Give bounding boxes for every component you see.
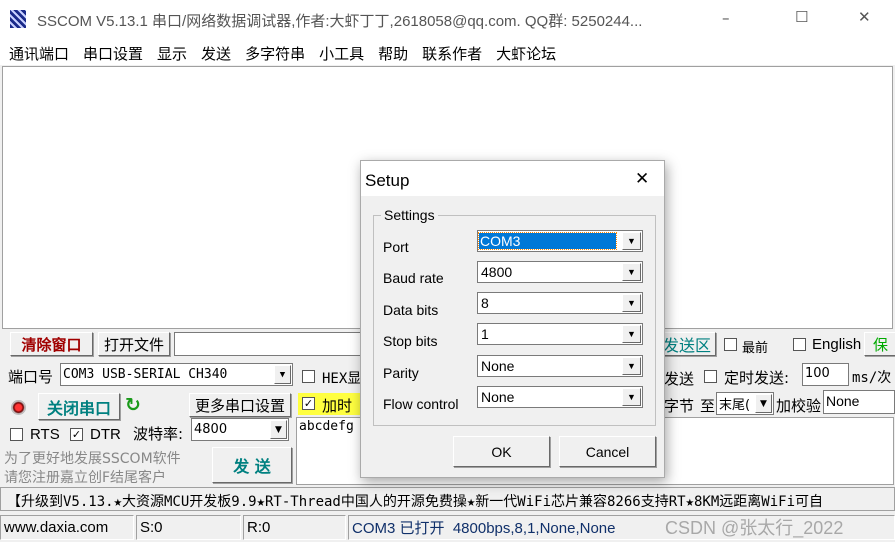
- status-site[interactable]: www.daxia.com: [0, 515, 134, 540]
- english-label: English: [812, 336, 862, 353]
- timed-send-checkbox[interactable]: [704, 370, 717, 383]
- checksum-label: 加校验: [776, 397, 822, 415]
- clear-window-button[interactable]: 清除窗口: [10, 332, 93, 356]
- close-port-indicator-icon: [11, 400, 26, 415]
- interval-unit: ms/次: [852, 370, 892, 386]
- port-field-select[interactable]: COM3 ▼: [477, 230, 643, 252]
- more-port-settings-button[interactable]: 更多串口设置: [189, 393, 291, 417]
- chevron-down-icon[interactable]: ▼: [622, 294, 641, 312]
- menu-item[interactable]: 串口设置: [83, 45, 143, 63]
- dtr-checkbox[interactable]: ✓: [70, 428, 83, 441]
- send-area-button[interactable]: 发送区: [658, 332, 716, 356]
- parity-label: Parity: [383, 365, 419, 381]
- promo-line-1: 为了更好地发展SSCOM软件: [4, 451, 181, 467]
- settings-group-label: Settings: [381, 207, 438, 223]
- status-sent: S:0: [136, 515, 241, 540]
- watermark: CSDN @张太行_2022: [665, 518, 844, 538]
- topmost-checkbox[interactable]: [724, 338, 737, 351]
- chevron-down-icon[interactable]: ▼: [622, 232, 641, 250]
- stop-bits-label: Stop bits: [383, 333, 438, 349]
- ticker[interactable]: 【升级到V5.13.★大资源MCU开发板9.9★RT-Thread中国人的开源免…: [0, 487, 895, 511]
- menu-item[interactable]: 联系作者: [422, 45, 482, 63]
- timed-send-label: 定时发送:: [724, 369, 790, 387]
- stop-bits-select[interactable]: 1 ▼: [477, 323, 643, 345]
- hex-display-label: HEX显: [322, 371, 362, 387]
- port-field-label: Port: [383, 239, 409, 255]
- send-text: abcdefg: [299, 419, 354, 434]
- chevron-down-icon[interactable]: ▼: [755, 394, 772, 413]
- port-select[interactable]: COM3 USB-SERIAL CH340 ▼: [60, 363, 293, 386]
- ok-button[interactable]: OK: [453, 436, 550, 467]
- menu-item[interactable]: 大虾论坛: [496, 45, 556, 63]
- data-bits-label: Data bits: [383, 302, 439, 318]
- port-label: 端口号: [8, 368, 54, 386]
- chevron-down-icon[interactable]: ▼: [622, 357, 641, 375]
- add-time-label: 加时: [322, 397, 353, 415]
- menu-item[interactable]: 显示: [157, 45, 187, 63]
- dialog-close-icon[interactable]: ✕: [635, 169, 649, 189]
- topmost-label: 最前: [742, 341, 769, 356]
- to-label: 至: [700, 397, 716, 415]
- menu-item[interactable]: 发送: [201, 45, 231, 63]
- parity-select[interactable]: None ▼: [477, 355, 643, 377]
- chevron-down-icon[interactable]: ▼: [270, 420, 287, 439]
- chevron-down-icon[interactable]: ▼: [274, 365, 291, 384]
- save-button[interactable]: 保: [864, 332, 895, 356]
- chevron-down-icon[interactable]: ▼: [622, 388, 641, 406]
- baud-select[interactable]: 4800 ▼: [191, 418, 289, 441]
- close-button[interactable]: ✕: [858, 8, 871, 26]
- end-select[interactable]: 末尾(▼: [716, 392, 774, 415]
- dialog-title: Setup: [365, 171, 410, 190]
- data-bits-select[interactable]: 8 ▼: [477, 292, 643, 314]
- hex-display-checkbox[interactable]: [302, 370, 315, 383]
- cancel-button[interactable]: Cancel: [559, 436, 656, 467]
- refresh-icon[interactable]: ↻: [125, 394, 141, 416]
- flow-control-label: Flow control: [383, 396, 459, 412]
- menu-item[interactable]: 小工具: [319, 45, 364, 63]
- baud-label: 波特率:: [133, 425, 184, 443]
- chevron-down-icon[interactable]: ▼: [622, 325, 641, 343]
- hex-send-label: 发送: [664, 370, 695, 388]
- send-button[interactable]: 发 送: [212, 447, 292, 483]
- menu-item[interactable]: 多字符串: [245, 45, 305, 63]
- baud-field-label: Baud rate: [383, 270, 444, 286]
- status-received: R:0: [243, 515, 346, 540]
- bytes-label: 字节: [664, 397, 695, 415]
- menu-item[interactable]: 帮助: [378, 45, 408, 63]
- maximize-button[interactable]: ☐: [795, 8, 808, 26]
- promo-line-2: 请您注册嘉立创F结尾客户: [4, 470, 167, 486]
- rts-label: RTS: [30, 426, 60, 443]
- close-port-button[interactable]: 关闭串口: [38, 393, 120, 420]
- window-title: SSCOM V5.13.1 串口/网络数据调试器,作者:大虾丁丁,2618058…: [37, 13, 643, 30]
- app-icon: [10, 10, 26, 28]
- open-file-button[interactable]: 打开文件: [98, 332, 170, 356]
- flow-control-select[interactable]: None ▼: [477, 386, 643, 408]
- chevron-down-icon[interactable]: ▼: [622, 263, 641, 281]
- menu-item[interactable]: 通讯端口: [9, 45, 69, 63]
- interval-input[interactable]: 100: [802, 363, 849, 386]
- baud-field-select[interactable]: 4800 ▼: [477, 261, 643, 283]
- menu-bar: 通讯端口 串口设置 显示 发送 多字符串 小工具 帮助 联系作者 大虾论坛: [0, 38, 895, 65]
- setup-dialog: Setup ✕ Settings Port COM3 ▼ Baud rate 48…: [360, 160, 665, 478]
- minimize-button[interactable]: –: [722, 9, 730, 27]
- dtr-label: DTR: [90, 426, 121, 443]
- rts-checkbox[interactable]: [10, 428, 23, 441]
- checksum-select[interactable]: None: [823, 390, 895, 414]
- add-time-checkbox[interactable]: ✓: [302, 397, 315, 410]
- english-checkbox[interactable]: [793, 338, 806, 351]
